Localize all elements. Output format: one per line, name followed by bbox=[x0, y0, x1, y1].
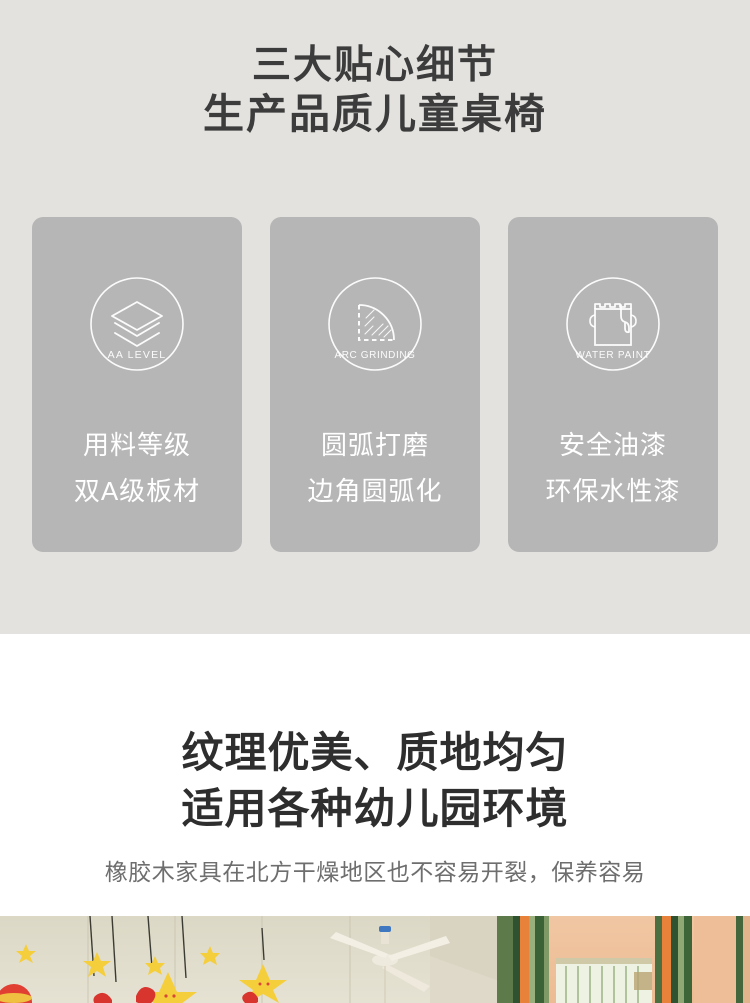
feature-card-text-line-2: 环保水性漆 bbox=[545, 476, 681, 506]
grain-subtitle: 橡胶木家具在北方干燥地区也不容易开裂，保养容易 bbox=[104, 859, 646, 885]
badge-label: ARC GRINDING bbox=[334, 350, 415, 361]
feature-card-text-line-2: 双A级板材 bbox=[73, 476, 201, 506]
feature-card-material-grade[interactable]: AA LEVEL 用料等级 双A级板材 bbox=[32, 217, 242, 552]
feature-card-text-line-2: 边角圆弧化 bbox=[307, 476, 443, 506]
features-section: 三大贴心细节 生产品质儿童桌椅 AA LEVEL 用料等级 双A级板材 ARC … bbox=[0, 0, 750, 634]
badge-label: WATER PAINT bbox=[575, 350, 650, 361]
feature-card-text-line-1: 圆弧打磨 bbox=[320, 430, 429, 460]
grain-title: 纹理优美、质地均匀 适用各种幼儿园环境 bbox=[0, 725, 750, 837]
layers-icon: AA LEVEL bbox=[88, 275, 186, 373]
paint-bucket-icon: WATER PAINT bbox=[564, 275, 662, 373]
arc-grinding-icon: ARC GRINDING bbox=[326, 275, 424, 373]
feature-card-text-line-1: 安全油漆 bbox=[558, 430, 667, 460]
badge-label: AA LEVEL bbox=[108, 349, 167, 361]
classroom-photo bbox=[0, 916, 750, 1003]
grain-title-line-2: 适用各种幼儿园环境 bbox=[181, 785, 569, 832]
feature-card-water-paint[interactable]: WATER PAINT 安全油漆 环保水性漆 bbox=[508, 217, 718, 552]
feature-card-text: 圆弧打磨 边角圆弧化 bbox=[270, 422, 480, 514]
feature-card-text-line-1: 用料等级 bbox=[82, 430, 191, 460]
product-detail-page: 三大贴心细节 生产品质儿童桌椅 AA LEVEL 用料等级 双A级板材 ARC … bbox=[0, 0, 750, 1003]
page-title-line-2: 生产品质儿童桌椅 bbox=[203, 91, 547, 137]
grain-title-line-1: 纹理优美、质地均匀 bbox=[181, 729, 569, 776]
grain-section: 纹理优美、质地均匀 适用各种幼儿园环境 橡胶木家具在北方干燥地区也不容易开裂，保… bbox=[0, 634, 750, 916]
page-title-line-1: 三大贴心细节 bbox=[251, 44, 498, 87]
feature-card-text: 用料等级 双A级板材 bbox=[32, 422, 242, 514]
feature-card-arc-grinding[interactable]: ARC GRINDING 圆弧打磨 边角圆弧化 bbox=[270, 217, 480, 552]
feature-card-list: AA LEVEL 用料等级 双A级板材 ARC GRINDING 圆弧打磨 边角… bbox=[32, 217, 718, 552]
feature-card-text: 安全油漆 环保水性漆 bbox=[508, 422, 718, 514]
page-title: 三大贴心细节 生产品质儿童桌椅 bbox=[0, 42, 750, 138]
